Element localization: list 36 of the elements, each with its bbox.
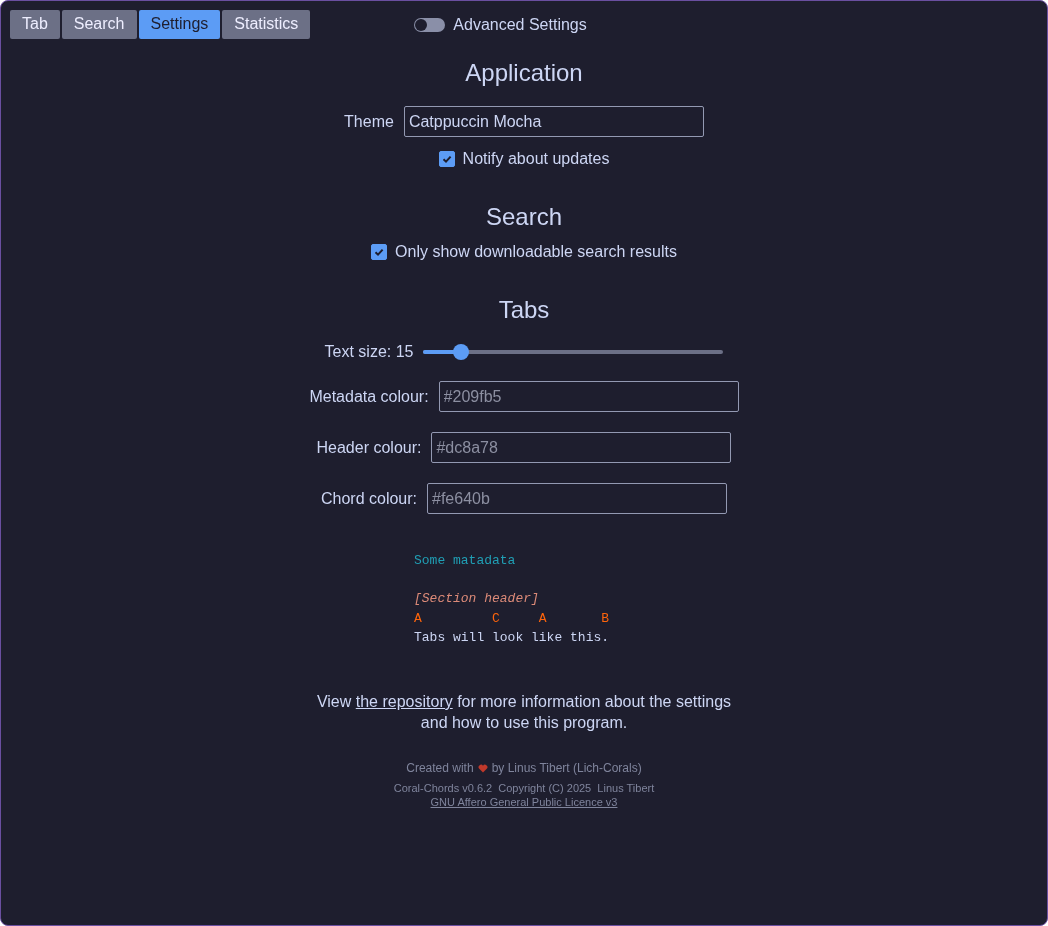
field-label: Theme bbox=[344, 112, 394, 131]
theme-field[interactable]: Catppuccin Mocha bbox=[403, 106, 704, 137]
licence-link[interactable]: GNU Affero General Public Licence v3 bbox=[430, 795, 618, 809]
colour-field[interactable]: #fe640b bbox=[427, 483, 727, 514]
field-label: Metadata colour: bbox=[309, 387, 429, 406]
colour-field[interactable]: #209fb5 bbox=[438, 381, 739, 412]
checkbox[interactable] bbox=[371, 244, 388, 260]
colour-field[interactable]: #dc8a78 bbox=[431, 432, 732, 463]
tab-preview-line: A C A B bbox=[414, 611, 610, 626]
tab-preview-line: Tabs will look like this. bbox=[414, 630, 610, 645]
tab[interactable]: Settings bbox=[138, 10, 221, 39]
check-icon bbox=[373, 246, 386, 258]
slider-thumb[interactable] bbox=[452, 344, 469, 360]
advanced-settings-toggle[interactable] bbox=[414, 17, 446, 32]
copyright-text: Coral-Chords v0.6.2 Copyright (C) 2025 Linus Tibert bbox=[393, 781, 655, 795]
field-label: Chord colour: bbox=[320, 489, 417, 508]
checkbox-label: Only show downloadable search results bbox=[395, 243, 677, 261]
advanced-settings-label: Advanced Settings bbox=[453, 15, 587, 34]
heart-icon bbox=[477, 763, 488, 773]
tab-preview-line: [Section header] bbox=[414, 591, 539, 606]
field-label: Header colour: bbox=[316, 438, 422, 457]
slider-label: Text size: 15 bbox=[324, 343, 414, 361]
check-icon bbox=[440, 153, 453, 165]
tab[interactable]: Tab bbox=[10, 10, 60, 39]
tab[interactable]: Search bbox=[61, 10, 137, 39]
tab[interactable]: Statistics bbox=[222, 10, 311, 39]
tab-preview-line: Some matadata bbox=[414, 553, 516, 568]
checkbox[interactable] bbox=[438, 151, 455, 167]
checkbox-label: Notify about updates bbox=[462, 150, 610, 168]
credit-text: by Linus Tibert (Lich-Corals) bbox=[491, 761, 642, 775]
section-title: Search bbox=[485, 203, 562, 231]
section-title: Application bbox=[465, 59, 583, 87]
section-title: Tabs bbox=[498, 296, 550, 324]
credit-text: Created with bbox=[406, 761, 474, 775]
repository-link[interactable]: the repository bbox=[355, 693, 453, 710]
info-text: View the repository for more information about the settings and how to use this program. bbox=[315, 692, 733, 733]
